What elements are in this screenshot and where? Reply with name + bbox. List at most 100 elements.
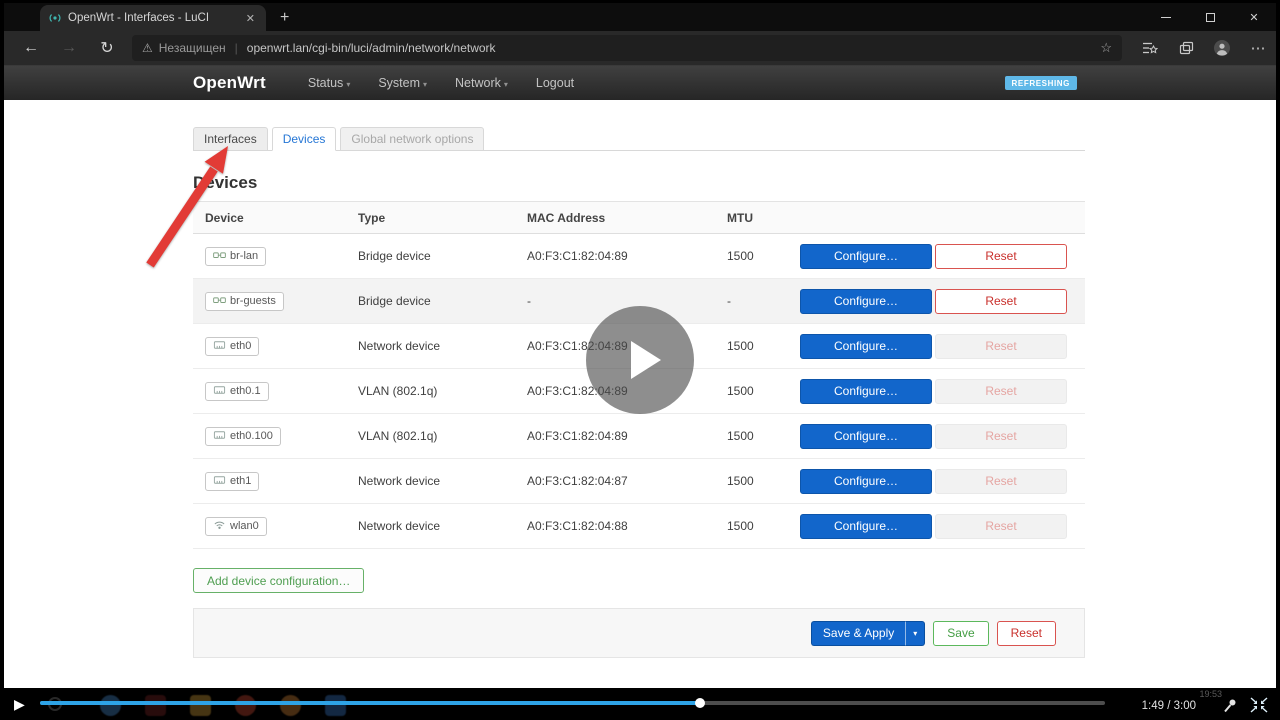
device-name: eth0.1 (230, 385, 261, 397)
bridge-icon (213, 295, 226, 308)
save-apply-button[interactable]: Save & Apply (810, 620, 906, 646)
reset-button[interactable]: Reset (935, 333, 1067, 359)
address-bar[interactable]: ⚠ Незащищен | openwrt.lan/cgi-bin/luci/a… (132, 35, 1122, 61)
menu-status[interactable]: Status ▾ (308, 76, 350, 90)
reset-button[interactable]: Reset (935, 243, 1067, 269)
menu-system[interactable]: System ▾ (378, 76, 427, 90)
table-header-row: Device Type MAC Address MTU (193, 202, 1085, 234)
device-type-cell: VLAN (802.1q) (358, 384, 438, 398)
not-secure-warning-icon: ⚠ (142, 41, 153, 55)
tab-title: OpenWrt - Interfaces - LuCI (68, 12, 210, 24)
browser-toolbar: ← → ↻ ⚠ Незащищен | openwrt.lan/cgi-bin/… (4, 31, 1276, 66)
mtu-cell: 1500 (727, 474, 754, 488)
configure-button[interactable]: Configure… (800, 423, 932, 449)
header-mtu: MTU (727, 210, 753, 225)
collections-icon[interactable] (1168, 31, 1204, 66)
wifi-icon (213, 520, 226, 533)
device-badge: eth0.100 (205, 426, 281, 446)
minimize-button[interactable] (1144, 3, 1188, 31)
device-badge: eth0 (205, 336, 260, 356)
mac-address-cell: A0:F3:C1:82:04:88 (527, 519, 628, 533)
device-name: br-lan (230, 250, 259, 262)
mtu-cell: 1500 (727, 384, 754, 398)
device-name: eth1 (230, 475, 252, 487)
port-icon (213, 385, 226, 398)
progress-bar[interactable] (40, 698, 1105, 708)
exit-fullscreen-icon[interactable] (1250, 697, 1268, 713)
video-play-overlay-button[interactable] (586, 306, 694, 414)
profile-avatar[interactable] (1204, 31, 1240, 66)
header-mac: MAC Address (527, 210, 606, 225)
progress-fill (40, 698, 706, 708)
video-frame: OpenWrt - Interfaces - LuCI ✕ + ✕ ← → ↻ … (0, 0, 1280, 720)
add-device-configuration-button[interactable]: Add device configuration… (193, 568, 365, 593)
mtu-cell: 1500 (727, 519, 754, 533)
port-icon (213, 340, 226, 353)
configure-button[interactable]: Configure… (800, 513, 932, 539)
tab-devices[interactable]: Devices (271, 127, 337, 151)
video-controls: ▶ 19:53 1:49 / 3:00 (0, 688, 1280, 720)
device-badge: br-guests (205, 291, 284, 311)
save-apply-split-button: Save & Apply ▾ (810, 620, 926, 646)
taskbar-ghost-icon (145, 694, 166, 716)
device-type-cell: Network device (358, 339, 441, 353)
form-reset-button[interactable]: Reset (996, 620, 1056, 646)
forward-button[interactable]: → (50, 39, 88, 57)
taskbar-ghost-icon (325, 694, 346, 716)
table-row: wlan0 Network device A0:F3:C1:82:04:88 1… (193, 504, 1085, 549)
close-window-button[interactable]: ✕ (1232, 3, 1276, 31)
taskbar-ghost-icon (235, 694, 256, 716)
device-badge: wlan0 (205, 516, 267, 536)
configure-button[interactable]: Configure… (800, 333, 932, 359)
progress-knob[interactable] (695, 698, 706, 708)
table-row: eth1 Network device A0:F3:C1:82:04:87 15… (193, 459, 1085, 504)
favorite-star-icon[interactable]: ☆ (1100, 40, 1112, 56)
favorites-hub-icon[interactable] (1132, 31, 1168, 66)
address-separator: | (234, 41, 238, 55)
reset-button[interactable]: Reset (935, 423, 1067, 449)
header-device: Device (205, 210, 244, 225)
window-controls: ✕ (1144, 3, 1276, 31)
tab-global-network-options[interactable]: Global network options (340, 127, 485, 151)
restore-button[interactable] (1188, 3, 1232, 31)
save-apply-dropdown-button[interactable]: ▾ (905, 620, 926, 646)
play-icon (631, 341, 661, 379)
table-row: br-lan Bridge device A0:F3:C1:82:04:89 1… (193, 234, 1085, 279)
mtu-cell: 1500 (727, 249, 754, 263)
configure-button[interactable]: Configure… (800, 468, 932, 494)
reset-button[interactable]: Reset (935, 378, 1067, 404)
close-tab-icon[interactable]: ✕ (243, 12, 258, 25)
menu-logout[interactable]: Logout (536, 76, 574, 90)
browser-tab-strip: OpenWrt - Interfaces - LuCI ✕ + ✕ (4, 3, 1276, 31)
device-name: br-guests (230, 295, 276, 307)
desktop-clock: 19:53 (1199, 689, 1222, 699)
new-tab-button[interactable]: + (280, 10, 289, 26)
menu-network[interactable]: Network ▾ (455, 76, 508, 90)
pin-icon[interactable] (1222, 698, 1238, 714)
save-button[interactable]: Save (933, 620, 989, 646)
reset-button[interactable]: Reset (935, 288, 1067, 314)
reset-button[interactable]: Reset (935, 468, 1067, 494)
refreshing-badge[interactable]: REFRESHING (1004, 76, 1077, 90)
chevron-down-icon: ▾ (503, 80, 508, 89)
configure-button[interactable]: Configure… (800, 243, 932, 269)
time-display: 1:49 / 3:00 (1141, 700, 1196, 712)
settings-menu-icon[interactable]: ⋯ (1240, 31, 1276, 66)
player-play-button[interactable]: ▶ (14, 696, 25, 713)
form-actions: Save & Apply ▾ Save Reset (193, 608, 1085, 658)
mtu-cell: 1500 (727, 339, 754, 353)
mac-address-cell: A0:F3:C1:82:04:87 (527, 474, 628, 488)
reset-button[interactable]: Reset (935, 513, 1067, 539)
configure-button[interactable]: Configure… (800, 288, 932, 314)
configure-button[interactable]: Configure… (800, 378, 932, 404)
device-type-cell: Network device (358, 519, 441, 533)
luci-brand: OpenWrt (193, 73, 266, 92)
taskbar-ghost-icon (280, 694, 301, 716)
luci-navbar: OpenWrt Status ▾ System ▾ Network ▾ Logout … (4, 66, 1276, 100)
tab-interfaces[interactable]: Interfaces (193, 127, 268, 151)
table-row: eth0.100 VLAN (802.1q) A0:F3:C1:82:04:89… (193, 414, 1085, 459)
browser-tab[interactable]: OpenWrt - Interfaces - LuCI ✕ (40, 5, 266, 31)
back-button[interactable]: ← (12, 39, 50, 57)
mtu-cell: - (727, 294, 731, 308)
refresh-button[interactable]: ↻ (88, 38, 126, 58)
